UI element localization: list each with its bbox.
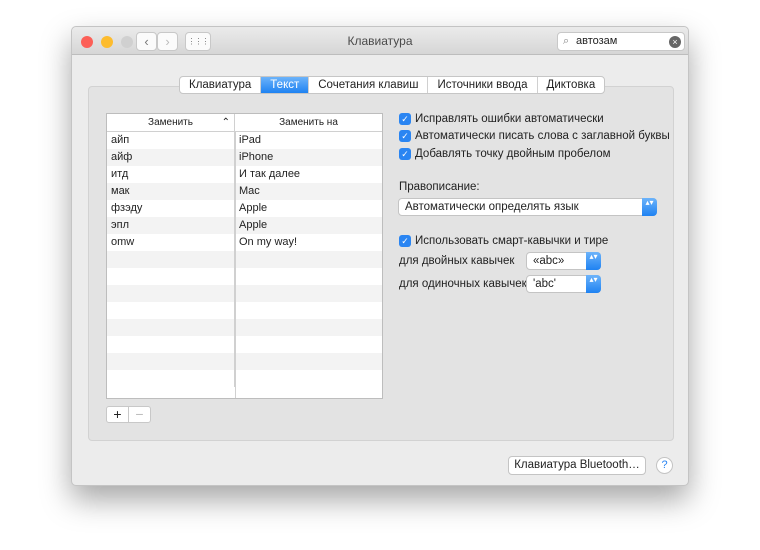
help-button[interactable]: ? bbox=[656, 457, 673, 474]
table-row[interactable]: omw On my way! bbox=[107, 234, 382, 251]
with-cell: iPad bbox=[239, 134, 262, 146]
updown-arrow-icon: ▴▾ bbox=[642, 198, 657, 216]
select-value: Автоматически определять язык bbox=[405, 201, 579, 213]
replace-cell bbox=[107, 268, 235, 285]
with-cell bbox=[235, 336, 382, 353]
replace-cell: эпл bbox=[107, 217, 235, 234]
table-row[interactable]: итд И так далее bbox=[107, 166, 382, 183]
replace-cell: фзэду bbox=[107, 200, 235, 217]
double-quotes-label: для двойных кавычек bbox=[399, 255, 515, 267]
add-button[interactable]: + bbox=[107, 407, 128, 422]
replace-cell bbox=[107, 370, 235, 387]
table-row[interactable] bbox=[107, 251, 382, 268]
tab-text[interactable]: Текст bbox=[261, 77, 310, 93]
select-value: 'abc' bbox=[533, 278, 556, 290]
tab-bar: Клавиатура Текст Сочетания клавиш Источн… bbox=[179, 76, 606, 94]
column-header-with[interactable]: Заменить на bbox=[235, 114, 382, 131]
table-body: айп iPad айф iPhone итд И так далее мак Mac фзэд… bbox=[107, 132, 382, 398]
search-icon: ⌕ bbox=[563, 35, 570, 47]
checkbox-label: Автоматически писать слова с заглавной б… bbox=[415, 130, 670, 142]
sort-ascending-icon: ⌃ bbox=[221, 117, 230, 128]
table-row[interactable] bbox=[107, 302, 382, 319]
tab-keyboard[interactable]: Клавиатура bbox=[180, 77, 262, 93]
replace-cell bbox=[107, 302, 235, 319]
replace-cell bbox=[107, 319, 235, 336]
replace-cell: итд bbox=[107, 166, 235, 183]
select-value: «abc» bbox=[533, 255, 565, 267]
table-row[interactable] bbox=[107, 353, 382, 370]
with-cell: Apple bbox=[239, 202, 268, 214]
table-row[interactable] bbox=[107, 319, 382, 336]
checkmark-icon: ✓ bbox=[399, 130, 411, 142]
table-row[interactable] bbox=[107, 370, 382, 387]
with-cell: И так далее bbox=[239, 168, 301, 180]
checkmark-icon: ✓ bbox=[399, 148, 411, 160]
updown-arrow-icon: ▴▾ bbox=[586, 275, 601, 293]
single-quotes-label: для одиночных кавычек bbox=[399, 278, 527, 290]
clear-search-icon[interactable]: × bbox=[669, 36, 681, 48]
replace-cell bbox=[107, 336, 235, 353]
table-row[interactable] bbox=[107, 336, 382, 353]
column-header-replace[interactable]: Заменить ⌃ bbox=[107, 114, 235, 131]
column-divider bbox=[235, 132, 236, 398]
replace-cell bbox=[107, 353, 235, 370]
with-cell: Mac bbox=[239, 185, 260, 197]
with-cell bbox=[235, 268, 382, 285]
double-space-period-checkbox[interactable]: ✓ Добавлять точку двойным пробелом bbox=[399, 148, 611, 160]
updown-arrow-icon: ▴▾ bbox=[586, 252, 601, 270]
search-input[interactable]: ⌕ автозам × bbox=[557, 32, 685, 51]
header-label: Заменить bbox=[148, 117, 193, 128]
checkmark-icon: ✓ bbox=[399, 235, 411, 247]
bluetooth-keyboard-button[interactable]: Клавиатура Bluetooth… bbox=[508, 456, 646, 475]
with-cell bbox=[235, 285, 382, 302]
replacements-table: Заменить ⌃ Заменить на айп iPad айф iPhone ит… bbox=[106, 113, 383, 399]
with-cell bbox=[235, 302, 382, 319]
checkbox-label: Добавлять точку двойным пробелом bbox=[415, 148, 611, 160]
table-row[interactable]: айп iPad bbox=[107, 132, 382, 149]
table-row[interactable] bbox=[107, 268, 382, 285]
table-row[interactable]: фзэду Apple bbox=[107, 200, 382, 217]
replace-cell bbox=[107, 285, 235, 302]
autocorrect-checkbox[interactable]: ✓ Исправлять ошибки автоматически bbox=[399, 113, 604, 125]
with-cell bbox=[235, 251, 382, 268]
tab-shortcuts[interactable]: Сочетания клавиш bbox=[309, 77, 429, 93]
keyboard-window: ‹ › ⋮⋮⋮ Клавиатура ⌕ автозам × Клавиатур… bbox=[71, 26, 689, 486]
table-row[interactable] bbox=[107, 285, 382, 302]
replace-cell: мак bbox=[107, 183, 235, 200]
with-cell: Apple bbox=[239, 219, 268, 231]
smart-quotes-checkbox[interactable]: ✓ Использовать смарт-кавычки и тире bbox=[399, 235, 608, 247]
single-quotes-select[interactable]: 'abc' ▴▾ bbox=[526, 275, 601, 293]
spelling-label: Правописание: bbox=[399, 181, 480, 193]
double-quotes-select[interactable]: «abc» ▴▾ bbox=[526, 252, 601, 270]
table-row[interactable]: айф iPhone bbox=[107, 149, 382, 166]
spelling-select[interactable]: Автоматически определять язык ▴▾ bbox=[398, 198, 657, 216]
checkbox-label: Использовать смарт-кавычки и тире bbox=[415, 235, 609, 247]
add-remove-control: + − bbox=[106, 406, 151, 423]
titlebar: ‹ › ⋮⋮⋮ Клавиатура ⌕ автозам × bbox=[72, 27, 688, 55]
search-value: автозам bbox=[576, 35, 618, 47]
checkmark-icon: ✓ bbox=[399, 113, 411, 125]
with-cell: On my way! bbox=[239, 236, 298, 248]
checkbox-label: Исправлять ошибки автоматически bbox=[415, 113, 604, 125]
replace-cell bbox=[107, 251, 235, 268]
replace-cell: айф bbox=[107, 149, 235, 166]
table-row[interactable]: мак Mac bbox=[107, 183, 382, 200]
with-cell bbox=[235, 319, 382, 336]
with-cell bbox=[235, 370, 382, 387]
replace-cell: omw bbox=[107, 234, 235, 251]
with-cell: iPhone bbox=[239, 151, 274, 163]
tab-dictation[interactable]: Диктовка bbox=[538, 77, 605, 93]
remove-button[interactable]: − bbox=[128, 407, 150, 422]
replace-cell: айп bbox=[107, 132, 235, 149]
with-cell bbox=[235, 353, 382, 370]
capitalize-checkbox[interactable]: ✓ Автоматически писать слова с заглавной … bbox=[399, 130, 670, 142]
tab-input-sources[interactable]: Источники ввода bbox=[428, 77, 538, 93]
table-row[interactable]: эпл Apple bbox=[107, 217, 382, 234]
